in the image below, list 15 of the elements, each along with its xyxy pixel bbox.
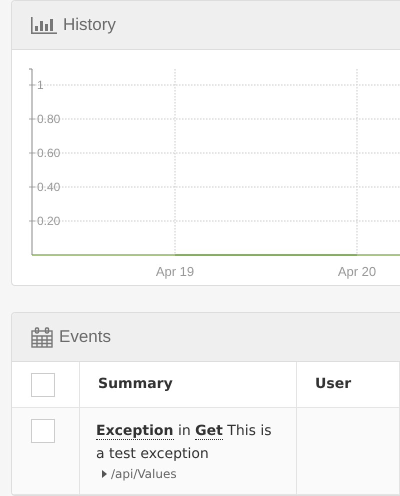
request-path: /api/Values <box>111 466 177 482</box>
panel-title: Events <box>59 327 111 347</box>
panel-title: History <box>63 15 116 35</box>
y-tick-label: 0.40 <box>28 180 60 194</box>
y-tick-label: 0.40 <box>37 180 61 194</box>
y-tick-label: 0.80 <box>37 112 61 126</box>
y-tick-label: 0.60 <box>28 146 60 160</box>
y-tick-label: 1 <box>28 78 44 92</box>
y-tick-label: 0.60 <box>37 146 61 160</box>
x-axis-label: Apr 20 <box>338 264 376 279</box>
x-axis-label: Apr 19 <box>156 264 194 279</box>
y-tick-label: 0.80 <box>28 112 60 126</box>
y-tick-label: 0.20 <box>28 214 60 228</box>
y-tick-label: 1 <box>37 78 44 92</box>
y-tick-label: 0.20 <box>37 214 61 228</box>
